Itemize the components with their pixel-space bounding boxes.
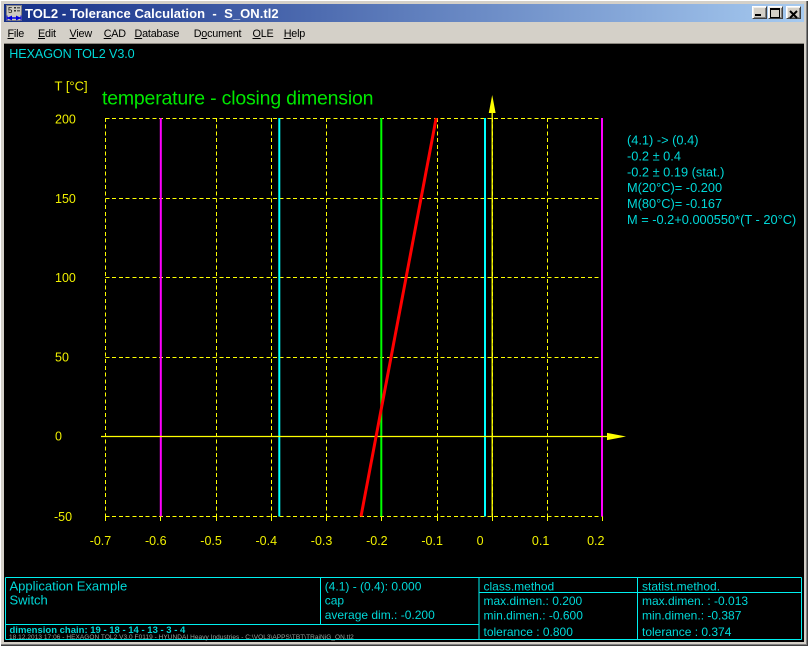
svg-text:200: 200 — [55, 112, 76, 126]
svg-text:Application Example: Application Example — [10, 579, 128, 594]
svg-text:0: 0 — [477, 534, 484, 548]
svg-text:statist.method.: statist.method. — [642, 580, 720, 594]
svg-text:0.2: 0.2 — [587, 534, 604, 548]
svg-text:max.dimen. : -0.013: max.dimen. : -0.013 — [642, 594, 748, 608]
svg-text:tolerance : 0.374: tolerance : 0.374 — [642, 625, 732, 639]
svg-text:min.dimen.: -0.387: min.dimen.: -0.387 — [642, 608, 742, 622]
svg-text:M(20°C)= -0.200: M(20°C)= -0.200 — [627, 180, 722, 195]
svg-text:-0.2 ± 0.4: -0.2 ± 0.4 — [627, 148, 681, 163]
svg-text:tolerance : 0.800: tolerance : 0.800 — [484, 625, 574, 639]
svg-text:min.dimen.: -0.600: min.dimen.: -0.600 — [484, 608, 584, 622]
svg-text:T [°C]: T [°C] — [55, 79, 88, 94]
svg-text:100: 100 — [55, 271, 76, 285]
svg-text:-0.1: -0.1 — [421, 534, 443, 548]
svg-text:-0.6: -0.6 — [145, 534, 167, 548]
svg-text:cap: cap — [325, 594, 345, 608]
svg-text:M = -0.2+0.000550*(T - 20°C): M = -0.2+0.000550*(T - 20°C) — [627, 212, 796, 227]
svg-text:150: 150 — [55, 192, 76, 206]
svg-text:0.1: 0.1 — [532, 534, 549, 548]
svg-text:temperature - closing dimensio: temperature - closing dimension — [102, 88, 373, 110]
svg-text:-50: -50 — [54, 510, 72, 524]
svg-text:-0.7: -0.7 — [90, 534, 112, 548]
svg-text:average dim.: -0.200: average dim.: -0.200 — [325, 608, 435, 622]
svg-text:-0.4: -0.4 — [256, 534, 278, 548]
svg-text:-0.3: -0.3 — [311, 534, 333, 548]
svg-text:0: 0 — [55, 430, 62, 444]
svg-text:max.dimen.: 0.200: max.dimen.: 0.200 — [484, 594, 583, 608]
svg-text:-0.2 ± 0.19 (stat.): -0.2 ± 0.19 (stat.) — [627, 164, 724, 179]
svg-text:(4.1) - (0.4): 0.000: (4.1) - (0.4): 0.000 — [325, 580, 422, 594]
svg-text:(4.1) -> (0.4): (4.1) -> (0.4) — [627, 133, 698, 148]
svg-text:-0.2: -0.2 — [366, 534, 388, 548]
svg-text:class.method: class.method — [484, 580, 555, 594]
svg-text:M(80°C)= -0.167: M(80°C)= -0.167 — [627, 196, 722, 211]
svg-text:HEXAGON TOL2 V3.0: HEXAGON TOL2 V3.0 — [9, 47, 134, 61]
svg-text:-0.5: -0.5 — [200, 534, 222, 548]
svg-text:18.12.2013 17:06 - HEXAGON TOL: 18.12.2013 17:06 - HEXAGON TOL2 V3.0 F01… — [9, 634, 354, 641]
svg-text:50: 50 — [55, 350, 69, 364]
svg-text:Switch: Switch — [10, 593, 48, 608]
